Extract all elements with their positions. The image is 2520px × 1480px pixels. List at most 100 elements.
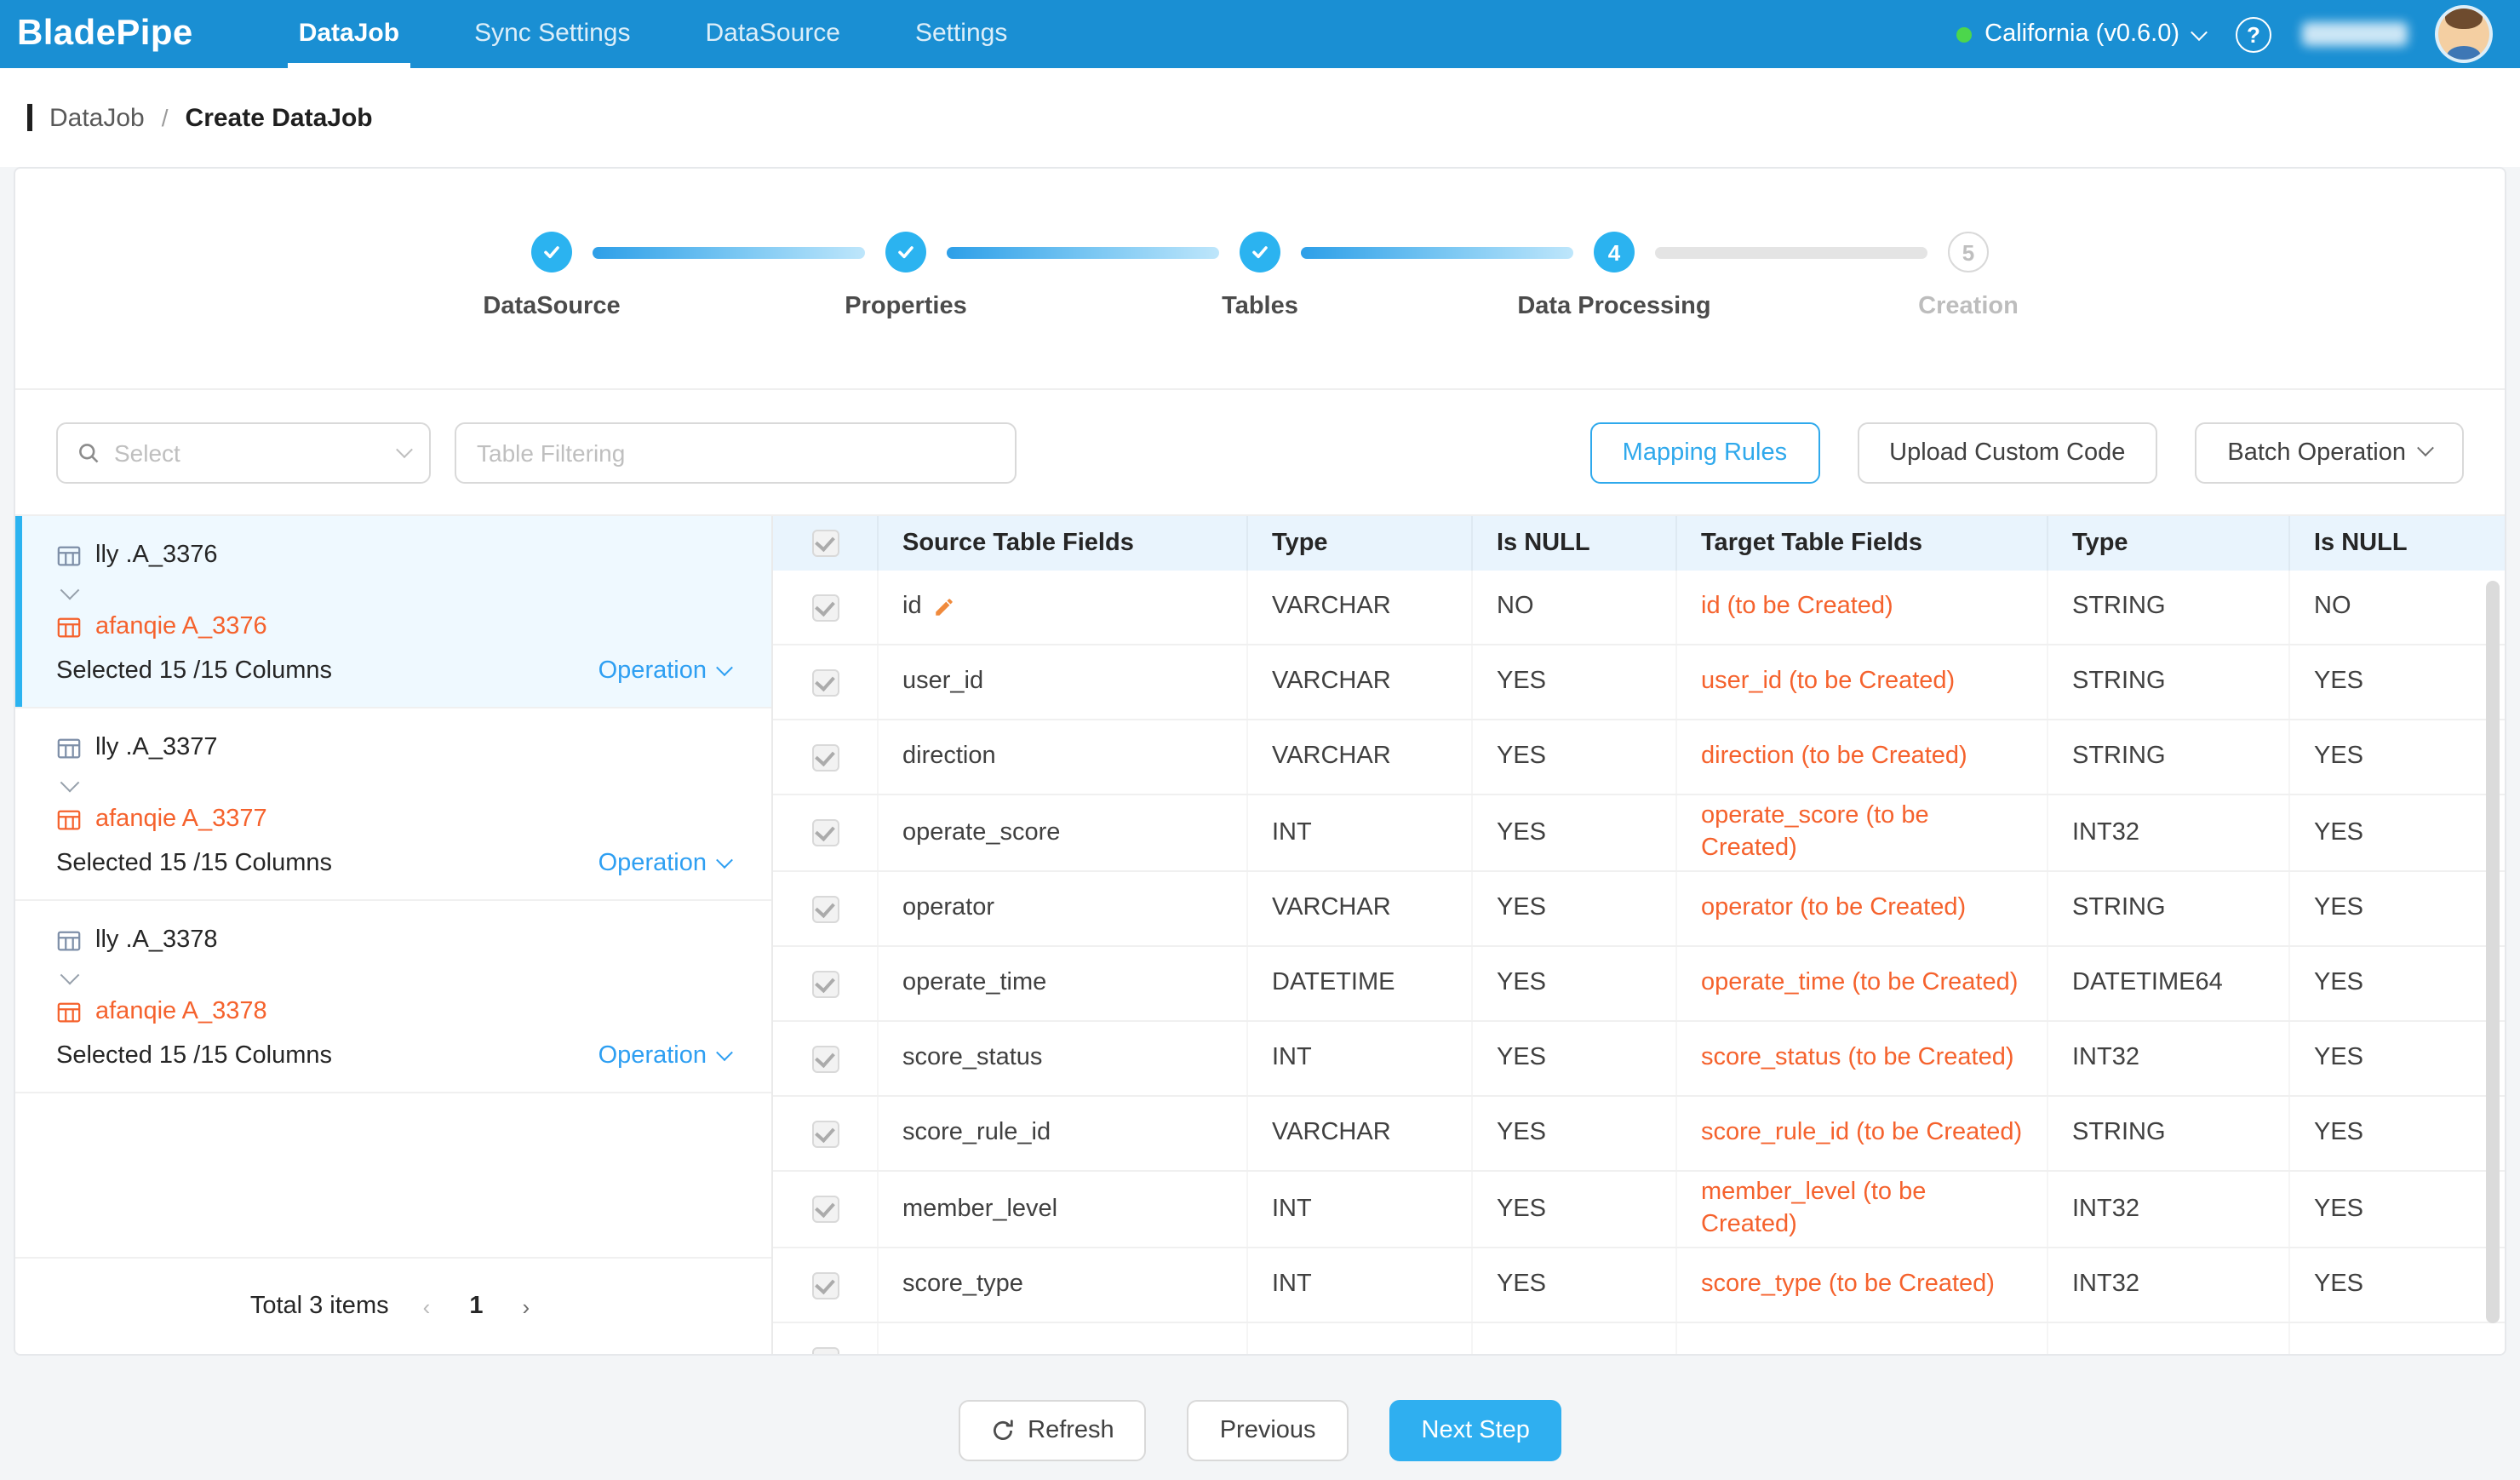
header-target-null: Is NULL — [2290, 516, 2505, 571]
target-table-icon — [56, 806, 82, 832]
refresh-button[interactable]: Refresh — [958, 1399, 1147, 1460]
row-checkbox[interactable] — [811, 1045, 839, 1072]
target-field-name: direction (to be Created) — [1677, 720, 2048, 794]
step-progress-bar — [1655, 247, 1927, 259]
target-table-icon — [56, 614, 82, 640]
edit-field-icon[interactable] — [934, 596, 956, 618]
source-field-nullable: YES — [1473, 947, 1677, 1020]
source-field-type: INT — [1248, 1172, 1473, 1247]
source-field-name: member_level — [902, 1193, 1057, 1225]
target-field-type: STRING — [2048, 645, 2290, 719]
table-row: score_rule_id VARCHAR YES score_rule_id … — [773, 1097, 2505, 1172]
search-icon — [77, 440, 100, 464]
target-field-nullable: YES — [2290, 1022, 2505, 1095]
pagination-next-icon[interactable]: › — [515, 1290, 536, 1322]
table-list-item[interactable]: lly .A_3378 afanqie A_3378 Selected 15 /… — [15, 901, 771, 1093]
target-field-nullable: NO — [2290, 571, 2505, 644]
help-icon[interactable]: ? — [2236, 16, 2271, 52]
target-field-nullable: YES — [2290, 720, 2505, 794]
table-list-item[interactable]: lly .A_3376 afanqie A_3376 Selected 15 /… — [15, 516, 771, 708]
row-checkbox[interactable] — [811, 594, 839, 621]
table-scrollbar[interactable] — [2486, 581, 2500, 1323]
operation-link[interactable]: Operation — [598, 657, 730, 685]
mapping-rules-button[interactable]: Mapping Rules — [1590, 422, 1819, 483]
previous-button[interactable]: Previous — [1188, 1399, 1349, 1460]
target-field-type: INT32 — [2048, 1172, 2290, 1247]
nav-item-sync-settings[interactable]: Sync Settings — [437, 0, 667, 68]
target-field-type: STRING — [2048, 720, 2290, 794]
upload-custom-code-button[interactable]: Upload Custom Code — [1857, 422, 2157, 483]
fields-table-body: id VARCHAR NO id (to be Created) STRING … — [773, 571, 2505, 1323]
nav-item-datajob[interactable]: DataJob — [261, 0, 437, 68]
status-dot-icon — [1956, 26, 1971, 42]
row-checkbox[interactable] — [811, 970, 839, 997]
page-title: Create DataJob — [186, 103, 373, 132]
page: BladePipe DataJob Sync Settings DataSour… — [0, 0, 2520, 1480]
breadcrumb: DataJob / Create DataJob — [0, 68, 2520, 167]
row-checkbox[interactable] — [811, 1120, 839, 1147]
target-field-name: member_level (to be Created) — [1677, 1172, 2048, 1247]
target-field-nullable: YES — [2290, 795, 2505, 870]
table-row-partial — [773, 1323, 2505, 1354]
source-field-name: operator — [902, 892, 994, 925]
row-checkbox[interactable] — [811, 1271, 839, 1299]
source-field-type: VARCHAR — [1248, 720, 1473, 794]
top-navbar: BladePipe DataJob Sync Settings DataSour… — [0, 0, 2520, 68]
source-field-nullable: YES — [1473, 872, 1677, 945]
row-checkbox[interactable] — [811, 668, 839, 696]
avatar[interactable] — [2438, 9, 2489, 60]
source-table-icon — [56, 542, 82, 568]
target-field-name: score_status (to be Created) — [1677, 1022, 2048, 1095]
region-selector[interactable]: California (v0.6.0) — [1956, 20, 2205, 48]
operation-link[interactable]: Operation — [598, 850, 730, 877]
fields-table: Source Table Fields Type Is NULL Target … — [773, 516, 2505, 1354]
mapping-chevron-down-icon — [63, 577, 730, 608]
batch-operation-label: Batch Operation — [2227, 439, 2406, 466]
toolbar: Select Mapping Rules Upload Custom Code … — [15, 390, 2505, 514]
select-all-checkbox[interactable] — [811, 530, 839, 557]
source-field-type: INT — [1248, 1022, 1473, 1095]
row-checkbox[interactable] — [811, 895, 839, 922]
step-label: Creation — [1918, 293, 2019, 320]
header-source-null: Is NULL — [1473, 516, 1677, 571]
step-progress-bar — [1301, 247, 1573, 259]
mapping-chevron-down-icon — [63, 770, 730, 800]
source-table-icon — [56, 927, 82, 953]
chevron-down-icon — [716, 1043, 733, 1060]
target-field-nullable: YES — [2290, 872, 2505, 945]
source-field-type: DATETIME — [1248, 947, 1473, 1020]
table-list-item[interactable]: lly .A_3377 afanqie A_3377 Selected 15 /… — [15, 708, 771, 901]
refresh-icon — [990, 1418, 1014, 1442]
main-card: DataSource Properties Tables 4 Data Proc… — [14, 167, 2506, 1356]
row-checkbox[interactable] — [811, 743, 839, 771]
target-field-name: score_rule_id (to be Created) — [1677, 1097, 2048, 1170]
row-checkbox[interactable] — [811, 819, 839, 846]
table-filter-input[interactable] — [455, 422, 1017, 483]
source-field-name: operate_time — [902, 967, 1046, 1000]
brand-logo: BladePipe — [17, 14, 193, 54]
username-redacted — [2302, 22, 2408, 46]
row-checkbox[interactable] — [811, 1346, 839, 1354]
nav-item-settings[interactable]: Settings — [878, 0, 1045, 68]
pagination-prev-icon[interactable]: ‹ — [416, 1290, 438, 1322]
source-field-name: score_status — [902, 1042, 1042, 1075]
table-row: id VARCHAR NO id (to be Created) STRING … — [773, 571, 2505, 645]
table-select-dropdown[interactable]: Select — [56, 422, 431, 483]
operation-link[interactable]: Operation — [598, 1042, 730, 1070]
row-checkbox[interactable] — [811, 1196, 839, 1223]
batch-operation-button[interactable]: Batch Operation — [2195, 422, 2464, 483]
target-table-name: afanqie A_3376 — [95, 613, 267, 640]
breadcrumb-parent[interactable]: DataJob — [49, 103, 145, 132]
target-field-nullable: YES — [2290, 645, 2505, 719]
next-step-button[interactable]: Next Step — [1389, 1399, 1562, 1460]
navbar-right: California (v0.6.0) ? — [1956, 9, 2489, 60]
source-field-type: VARCHAR — [1248, 645, 1473, 719]
source-field-name: operate_score — [902, 817, 1060, 849]
source-field-nullable: YES — [1473, 1172, 1677, 1247]
operation-label: Operation — [598, 850, 707, 877]
source-field-name: user_id — [902, 666, 983, 698]
table-row: member_level INT YES member_level (to be… — [773, 1172, 2505, 1248]
step-tables: Tables — [1240, 232, 1280, 272]
pagination-page-1[interactable]: 1 — [464, 1293, 488, 1320]
nav-item-datasource[interactable]: DataSource — [668, 0, 878, 68]
